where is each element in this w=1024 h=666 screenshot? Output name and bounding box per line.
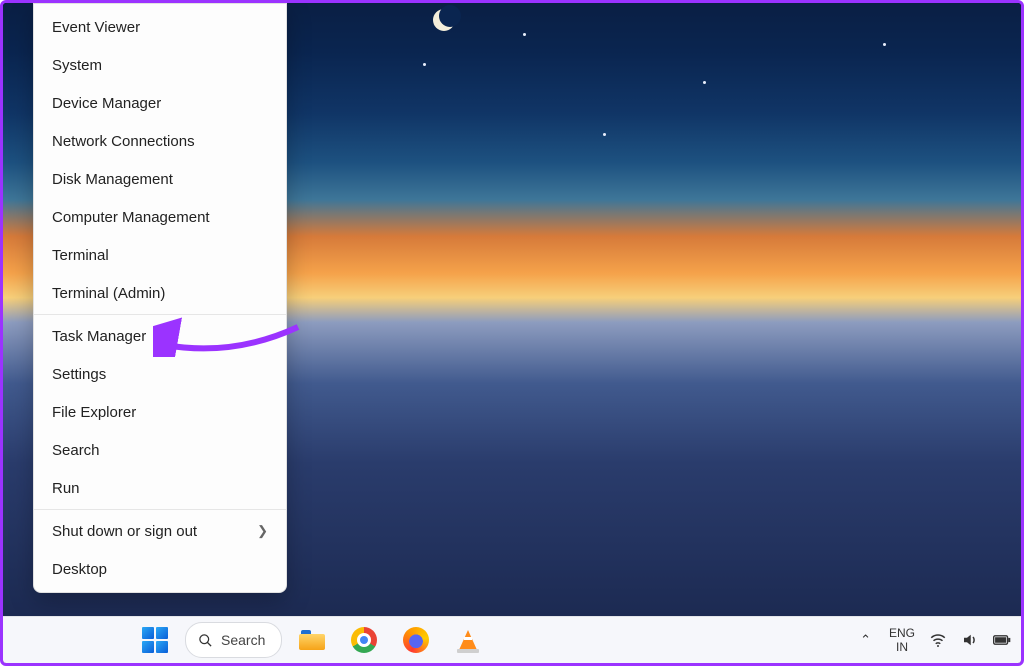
menu-item-run[interactable]: Run: [34, 469, 286, 507]
menu-item-disk-management[interactable]: Disk Management: [34, 160, 286, 198]
menu-item-label: Device Manager: [52, 95, 161, 112]
taskbar-app-file-explorer[interactable]: [290, 619, 334, 661]
taskbar-center: Search: [133, 617, 490, 663]
language-top: ENG: [889, 626, 915, 640]
chevron-right-icon: ❯: [257, 523, 268, 539]
taskbar-app-firefox[interactable]: [394, 619, 438, 661]
menu-separator: [34, 509, 286, 510]
menu-item-search[interactable]: Search: [34, 431, 286, 469]
taskbar-search[interactable]: Search: [185, 622, 282, 658]
menu-item-label: Computer Management: [52, 209, 210, 226]
menu-item-label: Terminal (Admin): [52, 285, 165, 302]
winx-context-menu: Event Viewer System Device Manager Netwo…: [33, 3, 287, 593]
menu-item-label: Terminal: [52, 247, 109, 264]
menu-separator: [34, 314, 286, 315]
menu-item-label: Network Connections: [52, 133, 195, 150]
firefox-icon: [403, 627, 429, 653]
screenshot-frame: { "winx_menu": { "items": [ {"label":"Ev…: [0, 0, 1024, 666]
menu-item-label: Desktop: [52, 561, 107, 578]
menu-item-shutdown-signout[interactable]: Shut down or sign out ❯: [34, 512, 286, 550]
menu-item-label: Disk Management: [52, 171, 173, 188]
start-button[interactable]: [133, 619, 177, 661]
menu-item-label: Settings: [52, 366, 106, 383]
menu-item-settings[interactable]: Settings: [34, 355, 286, 393]
menu-item-label: System: [52, 57, 102, 74]
star-graphic: [523, 33, 526, 36]
menu-item-file-explorer[interactable]: File Explorer: [34, 393, 286, 431]
taskbar-search-label: Search: [221, 632, 265, 648]
file-explorer-icon: [299, 630, 325, 650]
moon-graphic: [433, 9, 455, 31]
language-indicator[interactable]: ENG IN: [889, 626, 915, 654]
star-graphic: [883, 43, 886, 46]
menu-item-network-connections[interactable]: Network Connections: [34, 122, 286, 160]
language-bottom: IN: [889, 640, 915, 654]
battery-icon[interactable]: [993, 631, 1011, 649]
tray-overflow-button[interactable]: ⌃: [856, 632, 875, 648]
system-tray: ⌃ ENG IN: [856, 617, 1011, 663]
star-graphic: [423, 63, 426, 66]
vlc-icon: [459, 630, 477, 650]
menu-item-terminal-admin[interactable]: Terminal (Admin): [34, 274, 286, 312]
star-graphic: [703, 81, 706, 84]
menu-item-label: Task Manager: [52, 328, 146, 345]
wifi-icon[interactable]: [929, 631, 947, 649]
taskbar: Search ⌃ ENG IN: [3, 616, 1021, 663]
taskbar-app-chrome[interactable]: [342, 619, 386, 661]
menu-item-label: File Explorer: [52, 404, 136, 421]
star-graphic: [603, 133, 606, 136]
menu-item-terminal[interactable]: Terminal: [34, 236, 286, 274]
menu-item-label: Run: [52, 480, 80, 497]
windows-logo-icon: [142, 627, 168, 653]
menu-item-event-viewer[interactable]: Event Viewer: [34, 8, 286, 46]
menu-item-system[interactable]: System: [34, 46, 286, 84]
chrome-icon: [351, 627, 377, 653]
menu-item-label: Search: [52, 442, 100, 459]
menu-item-label: Shut down or sign out: [52, 523, 197, 540]
volume-icon[interactable]: [961, 631, 979, 649]
menu-item-device-manager[interactable]: Device Manager: [34, 84, 286, 122]
menu-item-task-manager[interactable]: Task Manager: [34, 317, 286, 355]
menu-item-desktop[interactable]: Desktop: [34, 550, 286, 588]
menu-item-computer-management[interactable]: Computer Management: [34, 198, 286, 236]
taskbar-app-vlc[interactable]: [446, 619, 490, 661]
menu-item-label: Event Viewer: [52, 19, 140, 36]
search-icon: [198, 633, 213, 648]
